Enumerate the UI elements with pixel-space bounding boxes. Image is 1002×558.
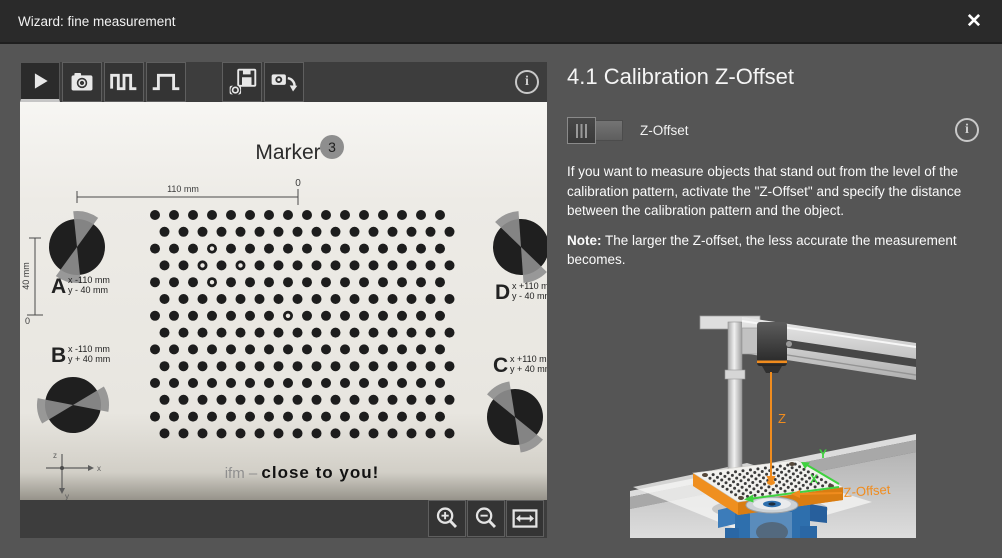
continuous-trigger-button[interactable]: [104, 62, 144, 102]
dialog-title: Wizard: fine measurement: [18, 0, 176, 44]
zoom-in-button[interactable]: [428, 500, 466, 537]
svg-text:x +110 mm: x +110 mm: [512, 281, 547, 291]
svg-text:x -110 mm: x -110 mm: [68, 344, 110, 354]
svg-text:y + 40 mm: y + 40 mm: [510, 364, 547, 374]
svg-text:0: 0: [295, 178, 301, 189]
z-offset-toggle[interactable]: [567, 117, 624, 144]
post-clamp: [725, 370, 745, 379]
sensor-camera: [757, 322, 792, 373]
single-pulse-icon: [147, 62, 185, 102]
svg-text:y: y: [65, 492, 69, 500]
svg-text:x +110 mm: x +110 mm: [510, 354, 547, 364]
svg-text:D: D: [495, 281, 510, 304]
z-offset-info-button[interactable]: i: [955, 118, 979, 142]
live-play-button[interactable]: [20, 62, 60, 102]
snapshot-button[interactable]: [62, 62, 102, 102]
camera-image-viewer[interactable]: Marker 3 110 mm 0 40 mm 0: [20, 102, 547, 500]
description-block: If you want to measure objects that stan…: [567, 162, 995, 270]
zoom-out-button[interactable]: [467, 500, 505, 537]
svg-text:0: 0: [25, 316, 30, 326]
sensor-setup-graphic: Z Y X Z-Offset: [630, 300, 916, 538]
save-image-button[interactable]: [222, 62, 262, 102]
svg-text:z: z: [53, 451, 57, 460]
zoom-out-icon: [468, 500, 504, 537]
calibration-pattern-photo: Marker 3 110 mm 0 40 mm 0: [20, 102, 547, 500]
restore-image-button[interactable]: [264, 62, 304, 102]
toggle-track: [595, 120, 623, 141]
toggle-grip-icon: [576, 124, 587, 138]
fiducial-label-c: C x +110 mm y + 40 mm: [493, 354, 547, 377]
svg-text:3: 3: [328, 139, 336, 155]
single-trigger-button[interactable]: [146, 62, 186, 102]
svg-text:Marker: Marker: [255, 141, 320, 164]
close-button[interactable]: ✕: [958, 7, 990, 37]
frame-post: [728, 322, 742, 472]
fit-width-button[interactable]: [506, 500, 544, 537]
z-offset-label: Z-Offset: [640, 123, 689, 138]
image-toolbar: i: [20, 62, 547, 102]
restore-image-icon: [265, 62, 303, 102]
page-title: 4.1 Calibration Z-Offset: [567, 64, 794, 90]
description-text: If you want to measure objects that stan…: [567, 162, 995, 221]
svg-text:Y: Y: [819, 447, 827, 461]
image-info-button[interactable]: i: [515, 70, 539, 94]
note-text: Note: The larger the Z-offset, the less …: [567, 231, 995, 270]
fiducial-label-a: A x -110 mm y - 40 mm: [51, 275, 110, 298]
wizard-dialog: { "window": { "title": "Wizard: fine mea…: [0, 0, 1002, 558]
fit-width-icon: [507, 500, 543, 537]
svg-text:40 mm: 40 mm: [21, 262, 31, 290]
svg-text:110 mm: 110 mm: [167, 184, 199, 194]
z-offset-illustration: Z Y X Z-Offset: [630, 300, 916, 538]
fiducial-label-d: D x +110 mm y - 40 mm: [495, 281, 547, 304]
play-icon: [21, 64, 59, 98]
z-offset-row: Z-Offset i: [567, 117, 987, 145]
sensor-bracket: [742, 328, 758, 354]
close-icon: ✕: [966, 11, 982, 32]
save-image-icon: [223, 62, 261, 102]
info-icon: i: [955, 118, 979, 142]
svg-text:y - 40 mm: y - 40 mm: [68, 285, 108, 295]
titlebar[interactable]: Wizard: fine measurement ✕: [0, 0, 1002, 44]
ifm-slogan: ifm – close to you!: [225, 463, 380, 482]
svg-text:A: A: [51, 275, 66, 298]
svg-text:y + 40 mm: y + 40 mm: [68, 354, 110, 364]
svg-text:x: x: [97, 464, 101, 473]
fiducial-label-b: B x -110 mm y + 40 mm: [51, 344, 110, 367]
svg-text:y - 40 mm: y - 40 mm: [512, 291, 547, 301]
viewer-bottom-bar: [20, 500, 547, 538]
toggle-knob: [567, 117, 596, 144]
pulse-train-icon: [105, 62, 143, 102]
svg-text:B: B: [51, 344, 66, 367]
rotary-bearing: [746, 497, 798, 513]
svg-text:C: C: [493, 354, 508, 377]
svg-text:X: X: [810, 472, 818, 486]
info-icon: i: [515, 70, 539, 94]
svg-text:x -110 mm: x -110 mm: [68, 275, 110, 285]
camera-icon: [63, 62, 101, 102]
zoom-in-icon: [429, 500, 465, 537]
svg-text:Z: Z: [778, 411, 786, 426]
